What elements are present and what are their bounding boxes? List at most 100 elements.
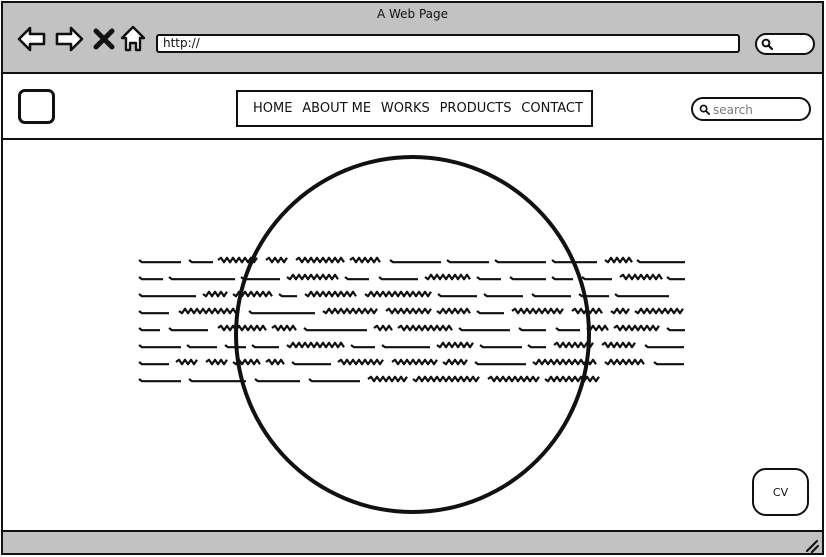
scribble-word [304, 290, 357, 298]
scribble-word [322, 307, 378, 315]
scribble-word [531, 293, 571, 298]
scribble-word [458, 327, 510, 332]
menu-item-contact[interactable]: CONTACT [521, 101, 583, 116]
scribble-word [613, 324, 660, 332]
scribble-word [138, 276, 163, 281]
scribble-word [286, 341, 345, 349]
scribble-word [476, 276, 501, 281]
scribble-word [634, 307, 684, 315]
arrow-left-icon [17, 26, 46, 52]
scribble-word [248, 310, 315, 315]
scribble-word [202, 290, 228, 298]
window-title: A Web Page [376, 7, 449, 21]
scribble-word [397, 324, 453, 332]
scribble-word [644, 344, 684, 349]
scribble-word [251, 344, 279, 349]
scribble-word [349, 256, 381, 264]
scribble-word [232, 290, 273, 298]
scribble-word [373, 324, 393, 332]
scribble-word [442, 358, 468, 366]
scribble-word [138, 293, 196, 298]
back-button[interactable] [16, 23, 48, 55]
scribble-word [337, 358, 384, 366]
scribble-word [295, 256, 345, 264]
scribble-word [436, 307, 471, 315]
scribble-word [138, 327, 160, 332]
scribble-word [483, 293, 523, 298]
logo-placeholder[interactable] [18, 89, 55, 124]
scribble-word [188, 378, 246, 383]
scribble-word [544, 375, 600, 383]
scribble-word [653, 361, 684, 366]
scribble-word [666, 276, 685, 281]
home-button[interactable] [119, 23, 147, 55]
site-header: HOME ABOUT ME WORKS PRODUCTS CONTACT [3, 74, 822, 140]
menu-item-products[interactable]: PRODUCTS [440, 101, 512, 116]
scribble-word [614, 293, 669, 298]
close-icon [93, 28, 115, 50]
scribble-word [553, 341, 594, 349]
scribble-word [494, 259, 546, 264]
scribble-word [138, 259, 181, 264]
scribble-word [168, 276, 235, 281]
scribble-word [571, 307, 603, 315]
status-bar [3, 530, 822, 553]
search-input[interactable] [713, 101, 803, 118]
scribble-word [391, 358, 438, 366]
scribble-word [487, 375, 540, 383]
cv-button[interactable]: CV [752, 468, 809, 516]
scribble-word [286, 273, 339, 281]
scribble-word [254, 378, 300, 383]
scribble-word [666, 327, 685, 332]
scribble-word [178, 307, 240, 315]
scribble-word [424, 273, 471, 281]
text-block-placeholder [138, 256, 685, 383]
scribble-word [601, 341, 636, 349]
scribble-word [636, 259, 685, 264]
scribble-word [344, 276, 369, 281]
scribble-word [578, 293, 609, 298]
scribble-word [186, 344, 217, 349]
scribble-word [586, 324, 609, 332]
scribble-word [437, 293, 477, 298]
browser-search-button[interactable] [755, 33, 815, 55]
home-icon [120, 25, 146, 52]
search-icon [761, 38, 773, 50]
scribble-word [604, 358, 645, 366]
scribble-word [474, 361, 526, 366]
scribble-word [555, 327, 580, 332]
scribble-word [205, 358, 228, 366]
scribble-word [479, 344, 522, 349]
scribble-word [138, 344, 181, 349]
scribble-word [551, 276, 573, 281]
scribble-word [412, 375, 480, 383]
scribble-word [303, 327, 367, 332]
resize-grip-icon[interactable] [803, 537, 819, 553]
scribble-word [217, 324, 267, 332]
scribble-word [436, 341, 474, 349]
menu-item-works[interactable]: WORKS [381, 101, 430, 116]
scribble-word [476, 310, 504, 315]
main-menu: HOME ABOUT ME WORKS PRODUCTS CONTACT [236, 90, 593, 127]
scribble-word [364, 290, 432, 298]
menu-item-about-me[interactable]: ABOUT ME [302, 101, 371, 116]
stop-button[interactable] [91, 23, 117, 55]
scribble-word [511, 307, 564, 315]
scribble-word [271, 324, 297, 332]
url-bar[interactable]: http:// [156, 34, 740, 53]
scribble-word [232, 358, 261, 366]
scribble-word [610, 307, 630, 315]
scribble-word [138, 310, 169, 315]
scribble-word [446, 259, 489, 264]
forward-button[interactable] [53, 23, 85, 55]
scribble-word [224, 344, 246, 349]
scribble-word [350, 344, 375, 349]
scribble-word [389, 259, 441, 264]
scribble-word [532, 358, 597, 366]
menu-item-home[interactable]: HOME [253, 101, 292, 116]
site-search [691, 97, 811, 121]
scribble-word [509, 276, 546, 281]
scribble-word [385, 307, 432, 315]
page-content: CV [3, 140, 822, 530]
scribble-word [265, 256, 288, 264]
